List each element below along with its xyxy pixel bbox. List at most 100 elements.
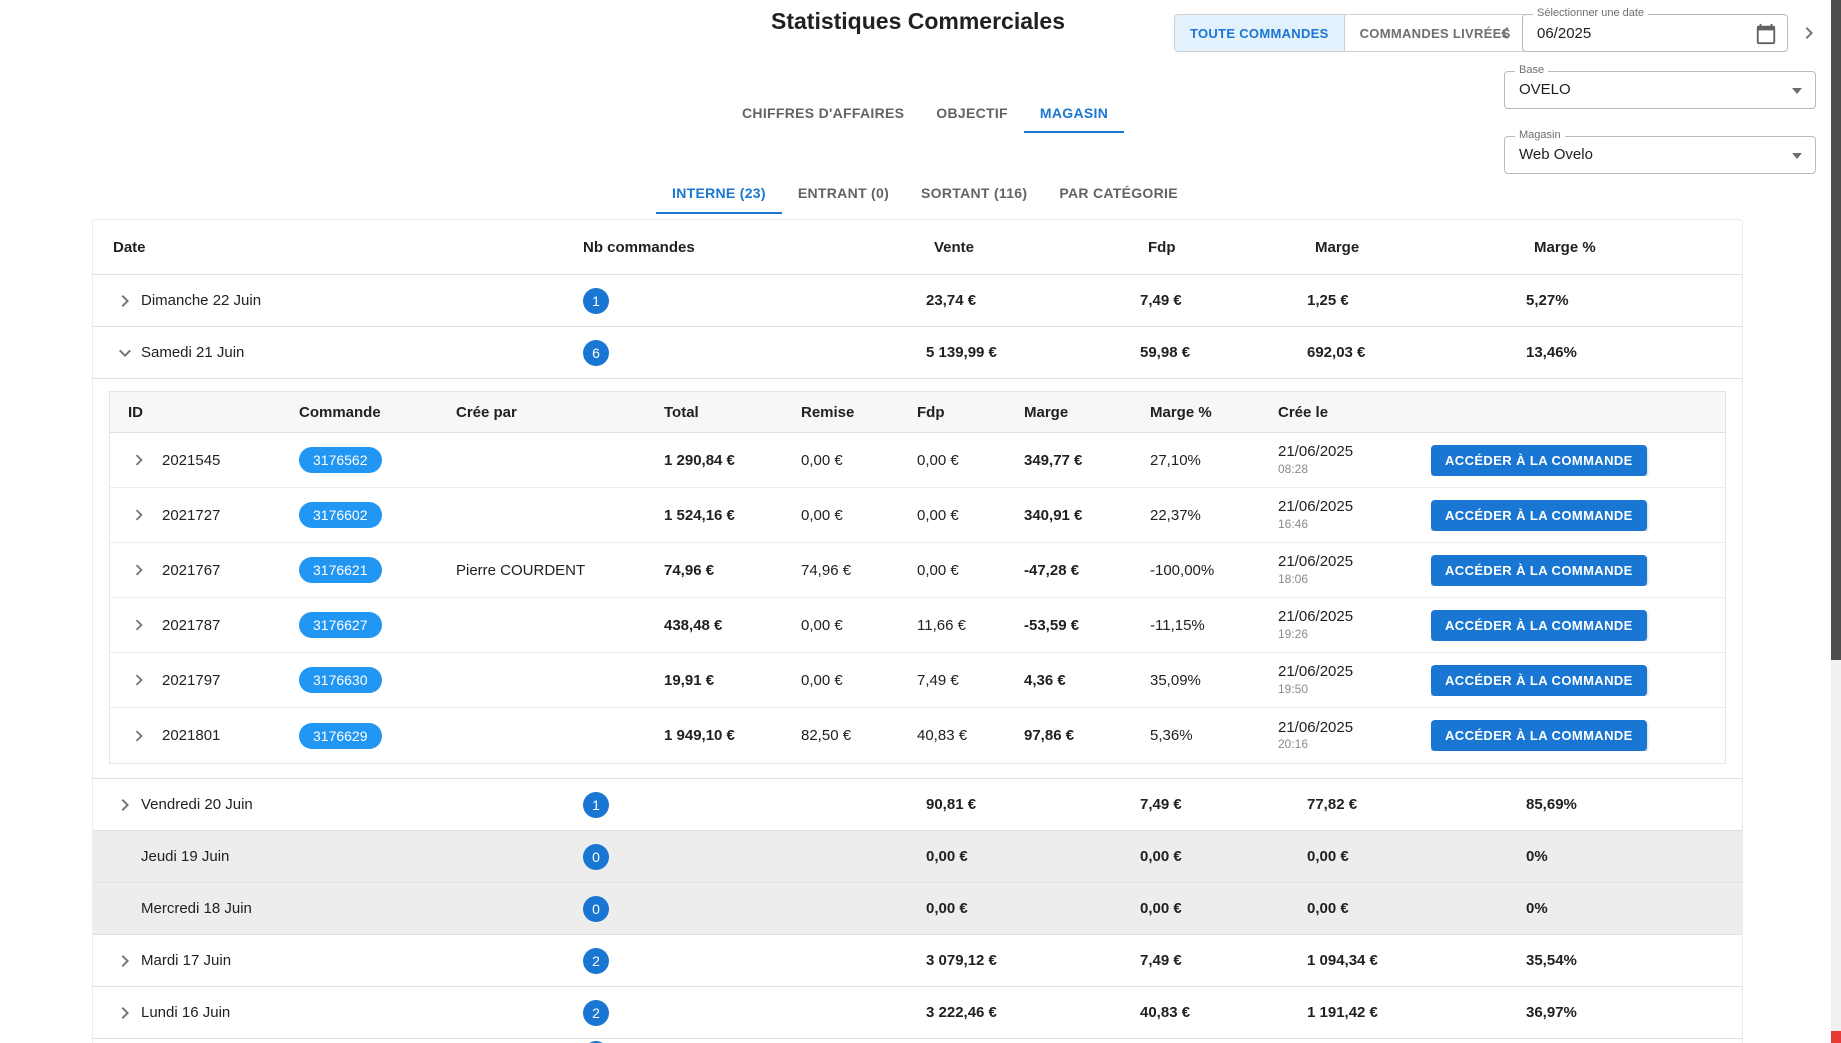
column-header-remise: Remise [801,404,917,421]
table-row-lundi-16[interactable]: Lundi 16 Juin 2 3 222,46 € 40,83 € 1 191… [93,987,1742,1039]
table-row-mardi-17[interactable]: Mardi 17 Juin 2 3 079,12 € 7,49 € 1 094,… [93,935,1742,987]
date-input[interactable] [1523,15,1723,51]
acceder-commande-button[interactable]: ACCÉDER À LA COMMANDE [1431,610,1647,641]
fdp-value: 11,66 € [917,617,1024,634]
marge-value: 0,00 € [1307,900,1526,917]
nb-commandes-badge: 0 [583,844,609,870]
stats-table: Date Nb commandes Vente Fdp Marge Marge … [92,219,1743,1043]
commande-pill[interactable]: 3176602 [299,502,382,528]
order-row[interactable]: 2021545 3176562 1 290,84 € 0,00 € 0,00 €… [110,433,1725,488]
chevron-right-icon[interactable] [113,793,141,817]
commande-pill[interactable]: 3176630 [299,667,382,693]
total-value: 1 949,10 € [664,727,801,744]
toggle-toute-commandes[interactable]: TOUTE COMMANDES [1175,15,1344,51]
marge-pct-value: 0% [1526,848,1742,865]
marge-value: 349,77 € [1024,452,1150,469]
vente-value: 3 222,46 € [926,1004,1140,1021]
main-tabs: CHIFFRES D'AFFAIRES OBJECTIF MAGASIN [726,92,1124,133]
cree-le-date: 21/06/2025 [1278,719,1431,738]
table-row-vendredi-20[interactable]: Vendredi 20 Juin 1 90,81 € 7,49 € 77,82 … [93,779,1742,831]
total-value: 1 290,84 € [664,452,801,469]
table-row-partial[interactable] [93,1039,1742,1043]
chevron-right-icon[interactable] [113,1001,141,1025]
cree-le-time: 08:28 [1278,462,1431,477]
scrollbar-thumb[interactable] [1831,0,1841,660]
total-value: 1 524,16 € [664,507,801,524]
previous-month-button[interactable] [1490,19,1520,49]
remise-value: 74,96 € [801,562,917,579]
order-row[interactable]: 2021727 3176602 1 524,16 € 0,00 € 0,00 €… [110,488,1725,543]
chevron-down-icon[interactable] [113,341,141,365]
acceder-commande-button[interactable]: ACCÉDER À LA COMMANDE [1431,500,1647,531]
date-picker-field[interactable]: Sélectionner une date [1522,14,1788,52]
nb-cell: 2 [575,1000,926,1026]
cree-le-value: 21/06/2025 19:50 [1278,663,1431,697]
magasin-subtabs: INTERNE (23) ENTRANT (0) SORTANT (116) P… [656,172,1194,214]
action-cell: ACCÉDER À LA COMMANDE [1431,610,1725,641]
red-indicator [1831,1031,1841,1043]
order-row[interactable]: 2021801 3176629 1 949,10 € 82,50 € 40,83… [110,708,1725,763]
order-row[interactable]: 2021797 3176630 19,91 € 0,00 € 7,49 € 4,… [110,653,1725,708]
marge-pct-value: 22,37% [1150,507,1278,524]
row-date: Vendredi 20 Juin [141,796,575,813]
subtab-interne[interactable]: INTERNE (23) [656,172,782,214]
chevron-right-icon[interactable] [128,449,154,471]
marge-pct-value: -11,15% [1150,617,1278,634]
marge-pct-value: 35,09% [1150,672,1278,689]
cree-le-time: 19:26 [1278,627,1431,642]
table-row-dimanche-22[interactable]: Dimanche 22 Juin 1 23,74 € 7,49 € 1,25 €… [93,275,1742,327]
action-cell: ACCÉDER À LA COMMANDE [1431,720,1725,751]
column-header-fdp: Fdp [1140,239,1307,256]
calendar-icon[interactable] [1755,23,1777,50]
row-date: Jeudi 19 Juin [141,848,575,865]
chevron-right-icon[interactable] [128,614,154,636]
cree-le-date: 21/06/2025 [1278,663,1431,682]
remise-value: 0,00 € [801,617,917,634]
tab-chiffres-daffaires[interactable]: CHIFFRES D'AFFAIRES [726,92,920,133]
chevron-right-icon[interactable] [113,949,141,973]
acceder-commande-button[interactable]: ACCÉDER À LA COMMANDE [1431,555,1647,586]
cree-le-date: 21/06/2025 [1278,553,1431,572]
next-month-button[interactable] [1794,19,1824,49]
commande-cell: 3176621 [299,557,456,583]
column-header-vente: Vente [926,239,1140,256]
magasin-select[interactable]: Magasin Web Ovelo [1504,136,1816,174]
commande-pill[interactable]: 3176621 [299,557,382,583]
vertical-scrollbar[interactable] [1831,0,1841,1043]
column-header-cree-par: Crée par [456,404,664,421]
subtab-sortant[interactable]: SORTANT (116) [905,172,1043,214]
nb-cell: 1 [575,288,926,314]
base-select[interactable]: Base OVELO [1504,71,1816,109]
commande-pill[interactable]: 3176562 [299,447,382,473]
remise-value: 0,00 € [801,672,917,689]
acceder-commande-button[interactable]: ACCÉDER À LA COMMANDE [1431,720,1647,751]
order-id: 2021797 [154,672,299,689]
subtab-par-categorie[interactable]: PAR CATÉGORIE [1043,172,1194,214]
total-value: 74,96 € [664,562,801,579]
order-row[interactable]: 2021767 3176621 Pierre COURDENT 74,96 € … [110,543,1725,598]
commande-cell: 3176630 [299,667,456,693]
tab-magasin[interactable]: MAGASIN [1024,92,1124,133]
cree-le-value: 21/06/2025 19:26 [1278,608,1431,642]
acceder-commande-button[interactable]: ACCÉDER À LA COMMANDE [1431,665,1647,696]
acceder-commande-button[interactable]: ACCÉDER À LA COMMANDE [1431,445,1647,476]
chevron-right-icon[interactable] [113,289,141,313]
order-row[interactable]: 2021787 3176627 438,48 € 0,00 € 11,66 € … [110,598,1725,653]
tab-objectif[interactable]: OBJECTIF [920,92,1024,133]
vente-value: 5 139,99 € [926,344,1140,361]
chevron-right-icon[interactable] [128,725,154,747]
fdp-value: 7,49 € [1140,796,1307,813]
row-date: Samedi 21 Juin [141,344,575,361]
commande-cell: 3176562 [299,447,456,473]
chevron-right-icon[interactable] [128,504,154,526]
fdp-value: 40,83 € [917,727,1024,744]
chevron-right-icon[interactable] [128,669,154,691]
chevron-right-icon[interactable] [128,559,154,581]
marge-value: 340,91 € [1024,507,1150,524]
commande-pill[interactable]: 3176627 [299,612,382,638]
table-row-samedi-21-expanded[interactable]: Samedi 21 Juin 6 5 139,99 € 59,98 € 692,… [93,327,1742,379]
commande-pill[interactable]: 3176629 [299,723,382,749]
row-date: Mardi 17 Juin [141,952,575,969]
subtab-entrant[interactable]: ENTRANT (0) [782,172,905,214]
action-cell: ACCÉDER À LA COMMANDE [1431,500,1725,531]
